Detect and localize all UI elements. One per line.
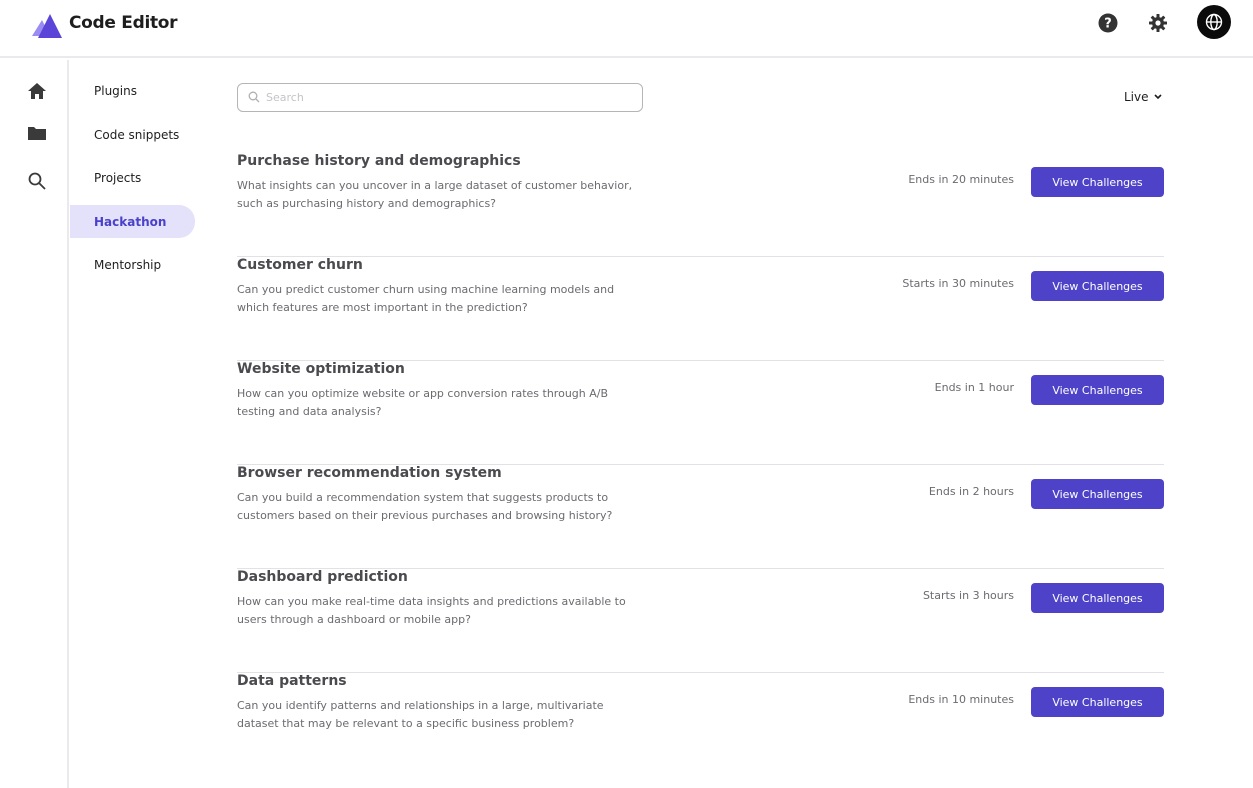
challenge-status: Ends in 1 hour	[934, 381, 1014, 394]
challenge-title: Website optimization	[237, 361, 405, 377]
sidebar-item-hackathon[interactable]: Hackathon	[70, 205, 195, 238]
help-icon[interactable]: ?	[1097, 12, 1119, 34]
top-header: Code Editor ?	[0, 0, 1253, 58]
filter-label: Live	[1124, 90, 1149, 104]
challenge-description: Can you predict customer churn using mac…	[237, 283, 615, 314]
view-challenges-button[interactable]: View Challenges	[1031, 167, 1164, 197]
challenge-description: What insights can you uncover in a large…	[237, 179, 633, 210]
challenge-status: Starts in 3 hours	[922, 589, 1014, 602]
challenge-status: Ends in 10 minutes	[908, 693, 1014, 706]
challenge-row: Dashboard prediction How can you make re…	[237, 569, 1164, 673]
challenge-description: Can you identify patterns and relationsh…	[237, 699, 604, 730]
challenge-row: Browser recommendation system Can you bu…	[237, 465, 1164, 569]
challenge-title: Customer churn	[237, 257, 363, 273]
gear-icon[interactable]	[1147, 12, 1169, 34]
challenge-description: How can you make real-time data insights…	[237, 595, 626, 626]
challenge-title: Purchase history and demographics	[237, 153, 521, 169]
challenge-title: Dashboard prediction	[237, 569, 408, 585]
challenge-description: How can you optimize website or app conv…	[237, 387, 609, 418]
view-challenges-button[interactable]: View Challenges	[1031, 687, 1164, 717]
challenge-description: Can you build a recommendation system th…	[237, 491, 613, 522]
view-challenges-button[interactable]: View Challenges	[1031, 583, 1164, 613]
home-icon[interactable]	[26, 80, 48, 102]
sidebar-item-plugins[interactable]: Plugins	[70, 74, 195, 107]
sidebar-item-projects[interactable]: Projects	[70, 161, 195, 194]
view-challenges-button[interactable]: View Challenges	[1031, 375, 1164, 405]
view-challenges-button[interactable]: View Challenges	[1031, 271, 1164, 301]
folder-icon[interactable]	[26, 122, 48, 144]
search-icon[interactable]	[26, 170, 48, 192]
challenge-title: Data patterns	[237, 673, 347, 689]
challenge-row: Purchase history and demographics What i…	[237, 153, 1164, 257]
challenge-status: Ends in 2 hours	[928, 485, 1014, 498]
challenge-row: Customer churn Can you predict customer …	[237, 257, 1164, 361]
sidebar-nav: Plugins Code snippets Projects Hackathon…	[70, 60, 210, 788]
search-bar[interactable]	[237, 83, 643, 112]
globe-icon[interactable]	[1197, 5, 1231, 39]
svg-text:?: ?	[1104, 17, 1112, 32]
logo-icon[interactable]	[28, 10, 64, 40]
challenge-title: Browser recommendation system	[237, 465, 502, 481]
search-input[interactable]	[266, 91, 626, 104]
challenge-status: Ends in 20 minutes	[908, 173, 1014, 186]
app-title: Code Editor	[69, 13, 178, 33]
challenge-row: Data patterns Can you identify patterns …	[237, 673, 1164, 777]
chevron-down-icon	[1153, 90, 1163, 104]
search-icon	[248, 88, 260, 107]
icon-rail	[0, 60, 69, 788]
status-filter-dropdown[interactable]: Live	[1124, 90, 1163, 104]
view-challenges-button[interactable]: View Challenges	[1031, 479, 1164, 509]
sidebar-item-mentorship[interactable]: Mentorship	[70, 248, 195, 281]
sidebar-item-code-snippets[interactable]: Code snippets	[70, 118, 195, 151]
challenge-status: Starts in 30 minutes	[902, 277, 1014, 290]
challenge-row: Website optimization How can you optimiz…	[237, 361, 1164, 465]
